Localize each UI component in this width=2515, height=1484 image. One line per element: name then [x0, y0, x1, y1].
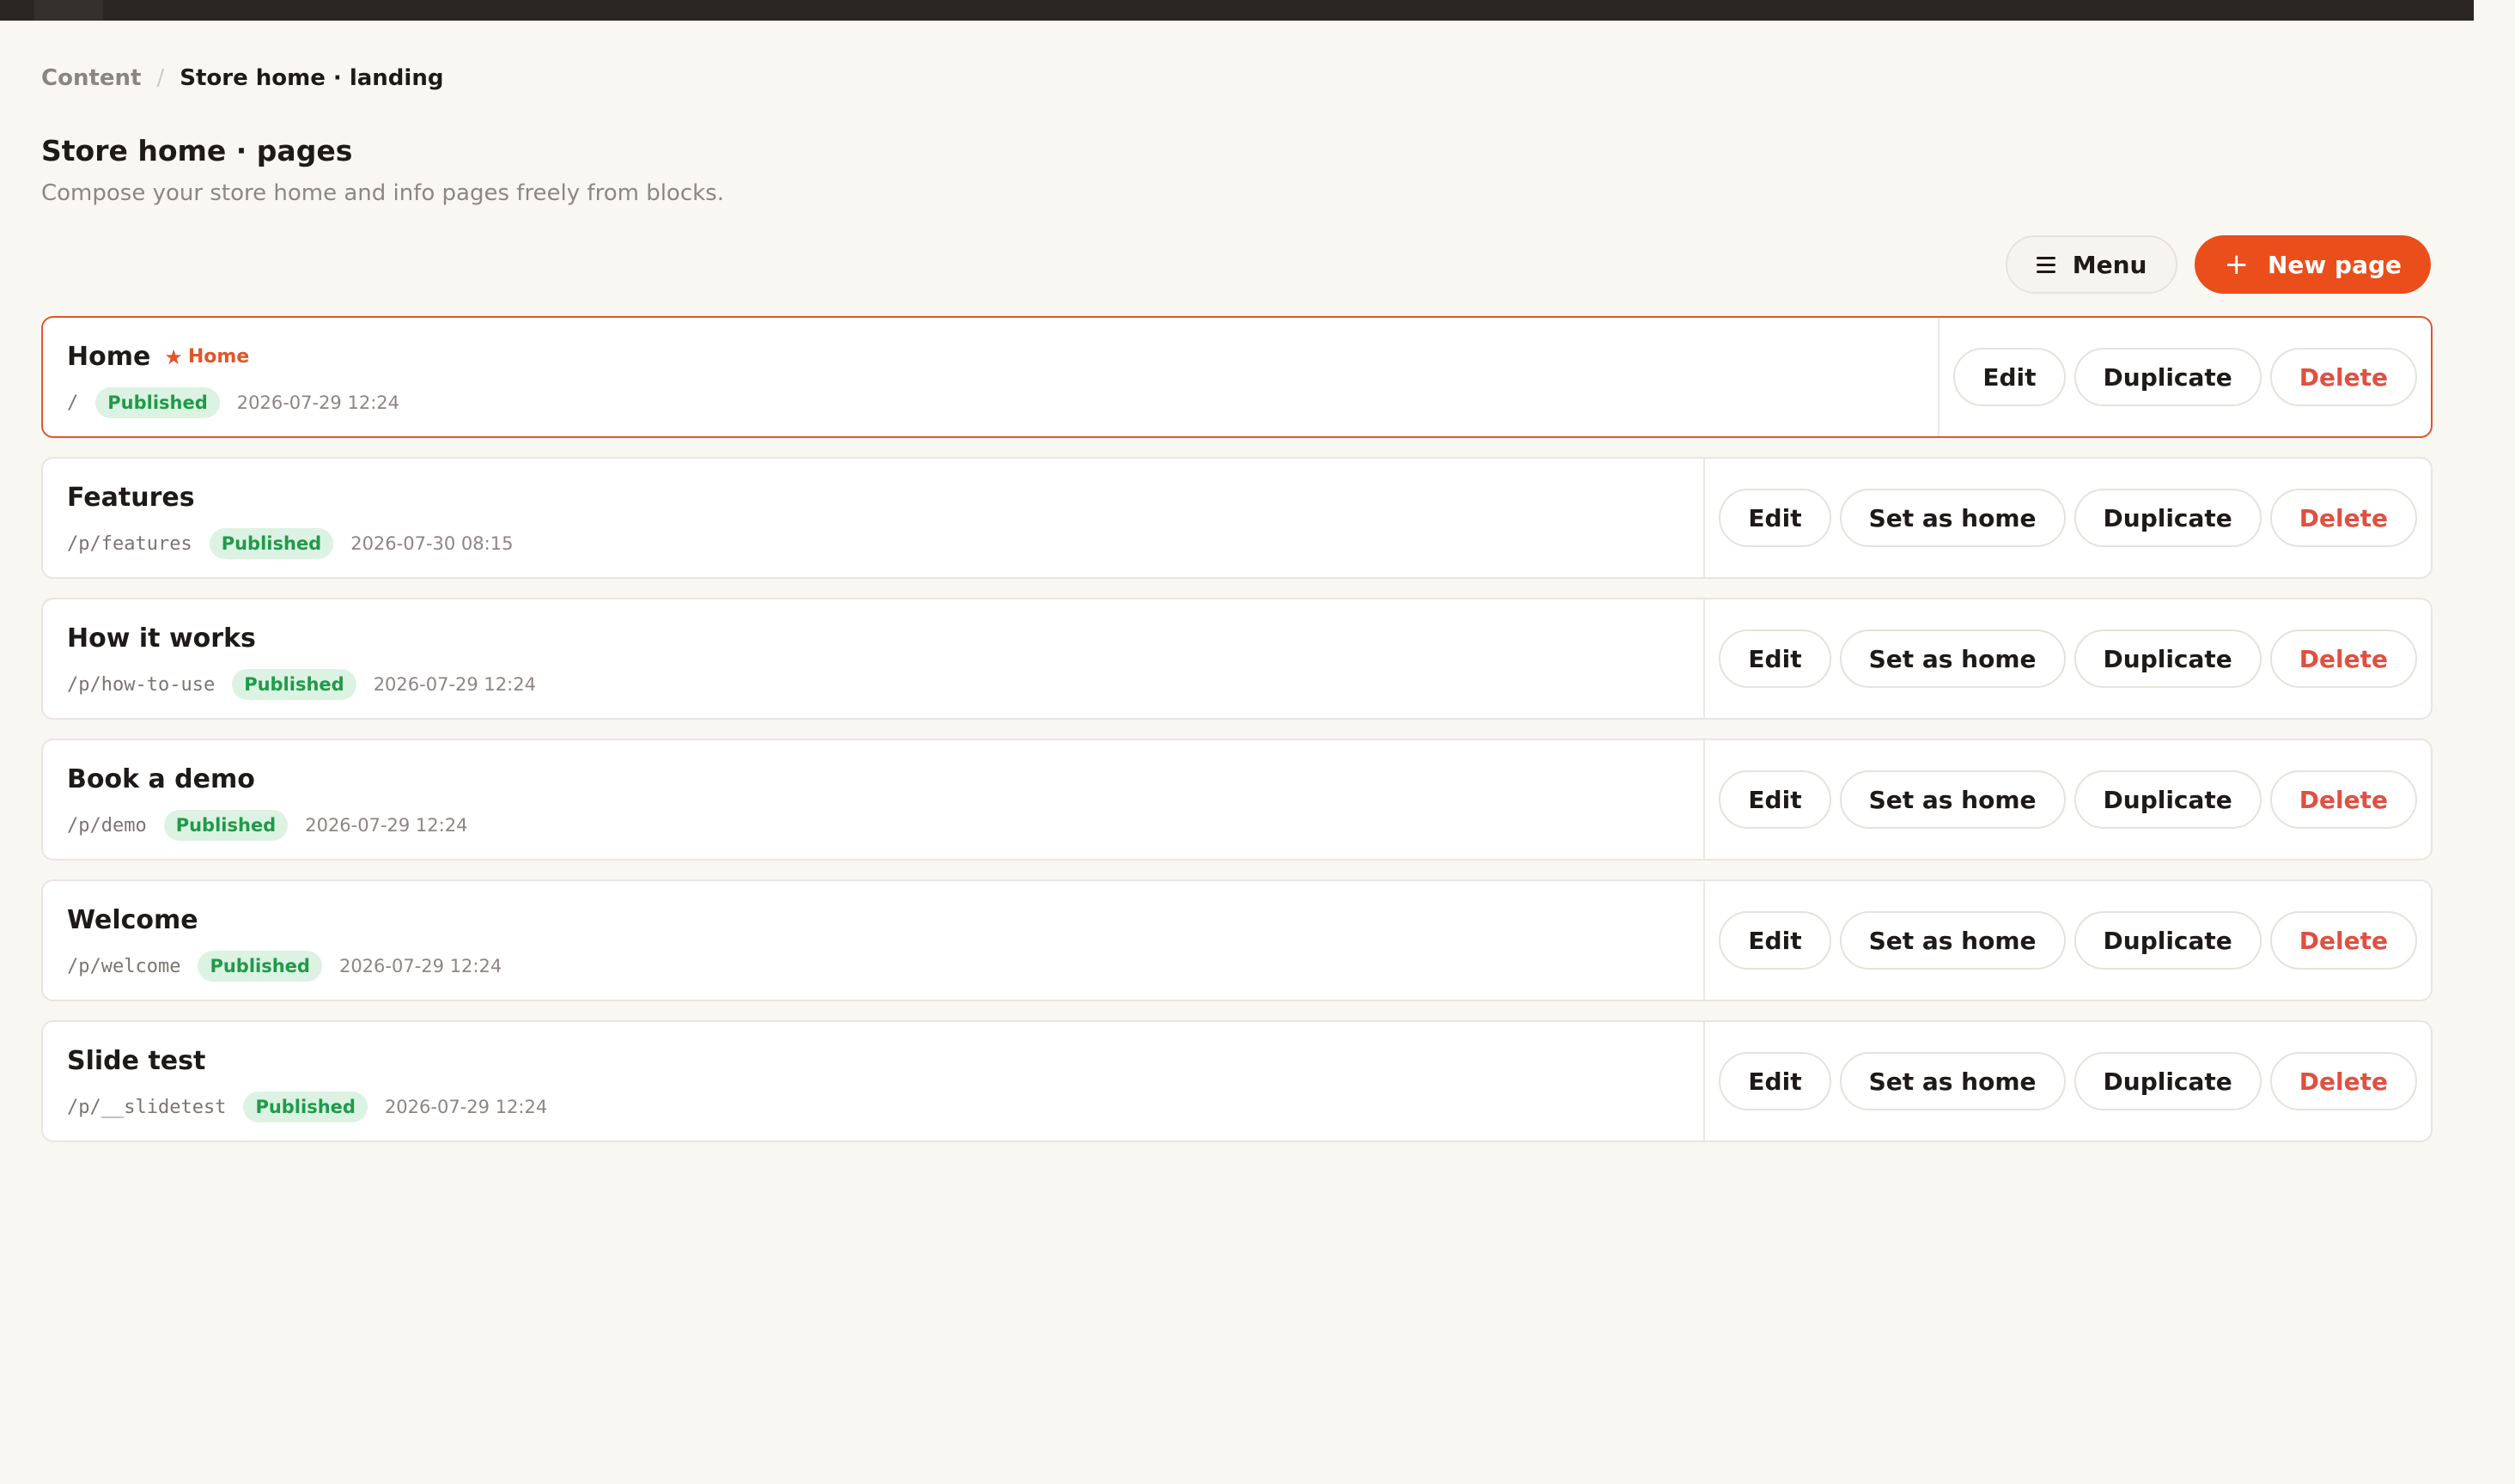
delete-button[interactable]: Delete — [2269, 629, 2417, 688]
updated-timestamp: 2026-07-30 08:15 — [350, 533, 514, 554]
home-tag-label: Home — [187, 346, 250, 368]
page-path: /p/welcome — [67, 955, 181, 977]
breadcrumb-current: Store home · landing — [180, 65, 444, 91]
edit-button[interactable]: Edit — [1719, 911, 1831, 970]
page-row-info: Welcome /p/welcome Published 2026-07-29 … — [43, 881, 1706, 1000]
page-list: Home ★ Home / Published 2026-07-29 12:24… — [41, 316, 2433, 1142]
top-bar-handle — [34, 0, 103, 21]
new-page-button[interactable]: + New page — [2195, 235, 2431, 294]
delete-button[interactable]: Delete — [2269, 770, 2417, 829]
breadcrumb: Content / Store home · landing — [41, 65, 443, 91]
status-badge: Published — [95, 387, 220, 418]
status-badge: Published — [232, 669, 356, 700]
toolbar: Menu + New page — [2005, 235, 2431, 294]
delete-button[interactable]: Delete — [2269, 1052, 2417, 1110]
page-row-features: Features /p/features Published 2026-07-3… — [41, 457, 2433, 579]
menu-button-label: Menu — [2072, 250, 2147, 279]
page-row-info: Features /p/features Published 2026-07-3… — [43, 459, 1706, 577]
updated-timestamp: 2026-07-29 12:24 — [236, 392, 399, 413]
delete-button[interactable]: Delete — [2269, 489, 2417, 547]
home-tag: ★ Home — [164, 345, 249, 369]
status-badge: Published — [163, 810, 289, 841]
breadcrumb-separator: / — [156, 65, 165, 91]
duplicate-button[interactable]: Duplicate — [2074, 770, 2262, 829]
new-page-button-label: New page — [2267, 250, 2402, 279]
hamburger-icon — [2036, 256, 2055, 273]
page-title-text: Welcome — [67, 905, 198, 935]
page-path: /p/demo — [67, 814, 147, 836]
page-row-how-it-works: How it works /p/how-to-use Published 202… — [41, 598, 2433, 720]
page-row-info: Slide test /p/__slidetest Published 2026… — [43, 1022, 1706, 1140]
edit-button[interactable]: Edit — [1719, 770, 1831, 829]
updated-timestamp: 2026-07-29 12:24 — [338, 956, 502, 976]
page-path: /p/how-to-use — [67, 673, 216, 696]
page-title-text: How it works — [67, 623, 256, 654]
page-row-actions: Edit Set as home Duplicate Delete — [1705, 881, 2431, 1000]
page-row-home: Home ★ Home / Published 2026-07-29 12:24… — [41, 316, 2433, 438]
updated-timestamp: 2026-07-29 12:24 — [373, 674, 536, 695]
page-row-actions: Edit Set as home Duplicate Delete — [1705, 599, 2431, 718]
status-badge: Published — [209, 528, 334, 559]
duplicate-button[interactable]: Duplicate — [2074, 348, 2262, 406]
page-path: /p/__slidetest — [67, 1096, 227, 1118]
delete-button[interactable]: Delete — [2269, 911, 2417, 970]
page-row-info: Book a demo /p/demo Published 2026-07-29… — [43, 740, 1706, 859]
edit-button[interactable]: Edit — [1719, 629, 1831, 688]
page-path: /p/features — [67, 532, 192, 555]
duplicate-button[interactable]: Duplicate — [2074, 489, 2262, 547]
page-row-slide-test: Slide test /p/__slidetest Published 2026… — [41, 1020, 2433, 1142]
menu-button[interactable]: Menu — [2005, 235, 2178, 294]
page-title-text: Book a demo — [67, 764, 255, 794]
set-as-home-button[interactable]: Set as home — [1839, 489, 2066, 547]
page-row-info: How it works /p/how-to-use Published 202… — [43, 599, 1706, 718]
page-row-actions: Edit Set as home Duplicate Delete — [1705, 1022, 2431, 1140]
set-as-home-button[interactable]: Set as home — [1839, 629, 2066, 688]
star-icon: ★ — [164, 344, 183, 369]
edit-button[interactable]: Edit — [1719, 1052, 1831, 1110]
page-title-text: Home — [67, 342, 151, 372]
page-path: / — [67, 392, 79, 414]
set-as-home-button[interactable]: Set as home — [1839, 1052, 2066, 1110]
set-as-home-button[interactable]: Set as home — [1839, 770, 2066, 829]
set-as-home-button[interactable]: Set as home — [1839, 911, 2066, 970]
page-row-book-a-demo: Book a demo /p/demo Published 2026-07-29… — [41, 739, 2433, 861]
page-row-actions: Edit Set as home Duplicate Delete — [1705, 740, 2431, 859]
duplicate-button[interactable]: Duplicate — [2074, 1052, 2262, 1110]
status-badge: Published — [243, 1092, 368, 1122]
page-title-text: Slide test — [67, 1046, 206, 1076]
page-row-info: Home ★ Home / Published 2026-07-29 12:24 — [43, 318, 1940, 436]
edit-button[interactable]: Edit — [1953, 348, 2066, 406]
edit-button[interactable]: Edit — [1719, 489, 1831, 547]
top-bar — [0, 0, 2474, 21]
page-subtitle: Compose your store home and info pages f… — [41, 180, 724, 206]
page-row-actions: Edit Set as home Duplicate Delete — [1705, 459, 2431, 577]
plus-icon: + — [2224, 247, 2249, 282]
updated-timestamp: 2026-07-29 12:24 — [384, 1097, 548, 1117]
page-title-text: Features — [67, 483, 195, 513]
page-row-welcome: Welcome /p/welcome Published 2026-07-29 … — [41, 879, 2433, 1001]
duplicate-button[interactable]: Duplicate — [2074, 911, 2262, 970]
duplicate-button[interactable]: Duplicate — [2074, 629, 2262, 688]
updated-timestamp: 2026-07-29 12:24 — [305, 815, 468, 836]
page-title: Store home · pages — [41, 134, 353, 167]
status-badge: Published — [198, 951, 322, 982]
page-row-actions: Edit Duplicate Delete — [1940, 318, 2431, 436]
breadcrumb-content-link[interactable]: Content — [41, 65, 141, 91]
delete-button[interactable]: Delete — [2269, 348, 2417, 406]
